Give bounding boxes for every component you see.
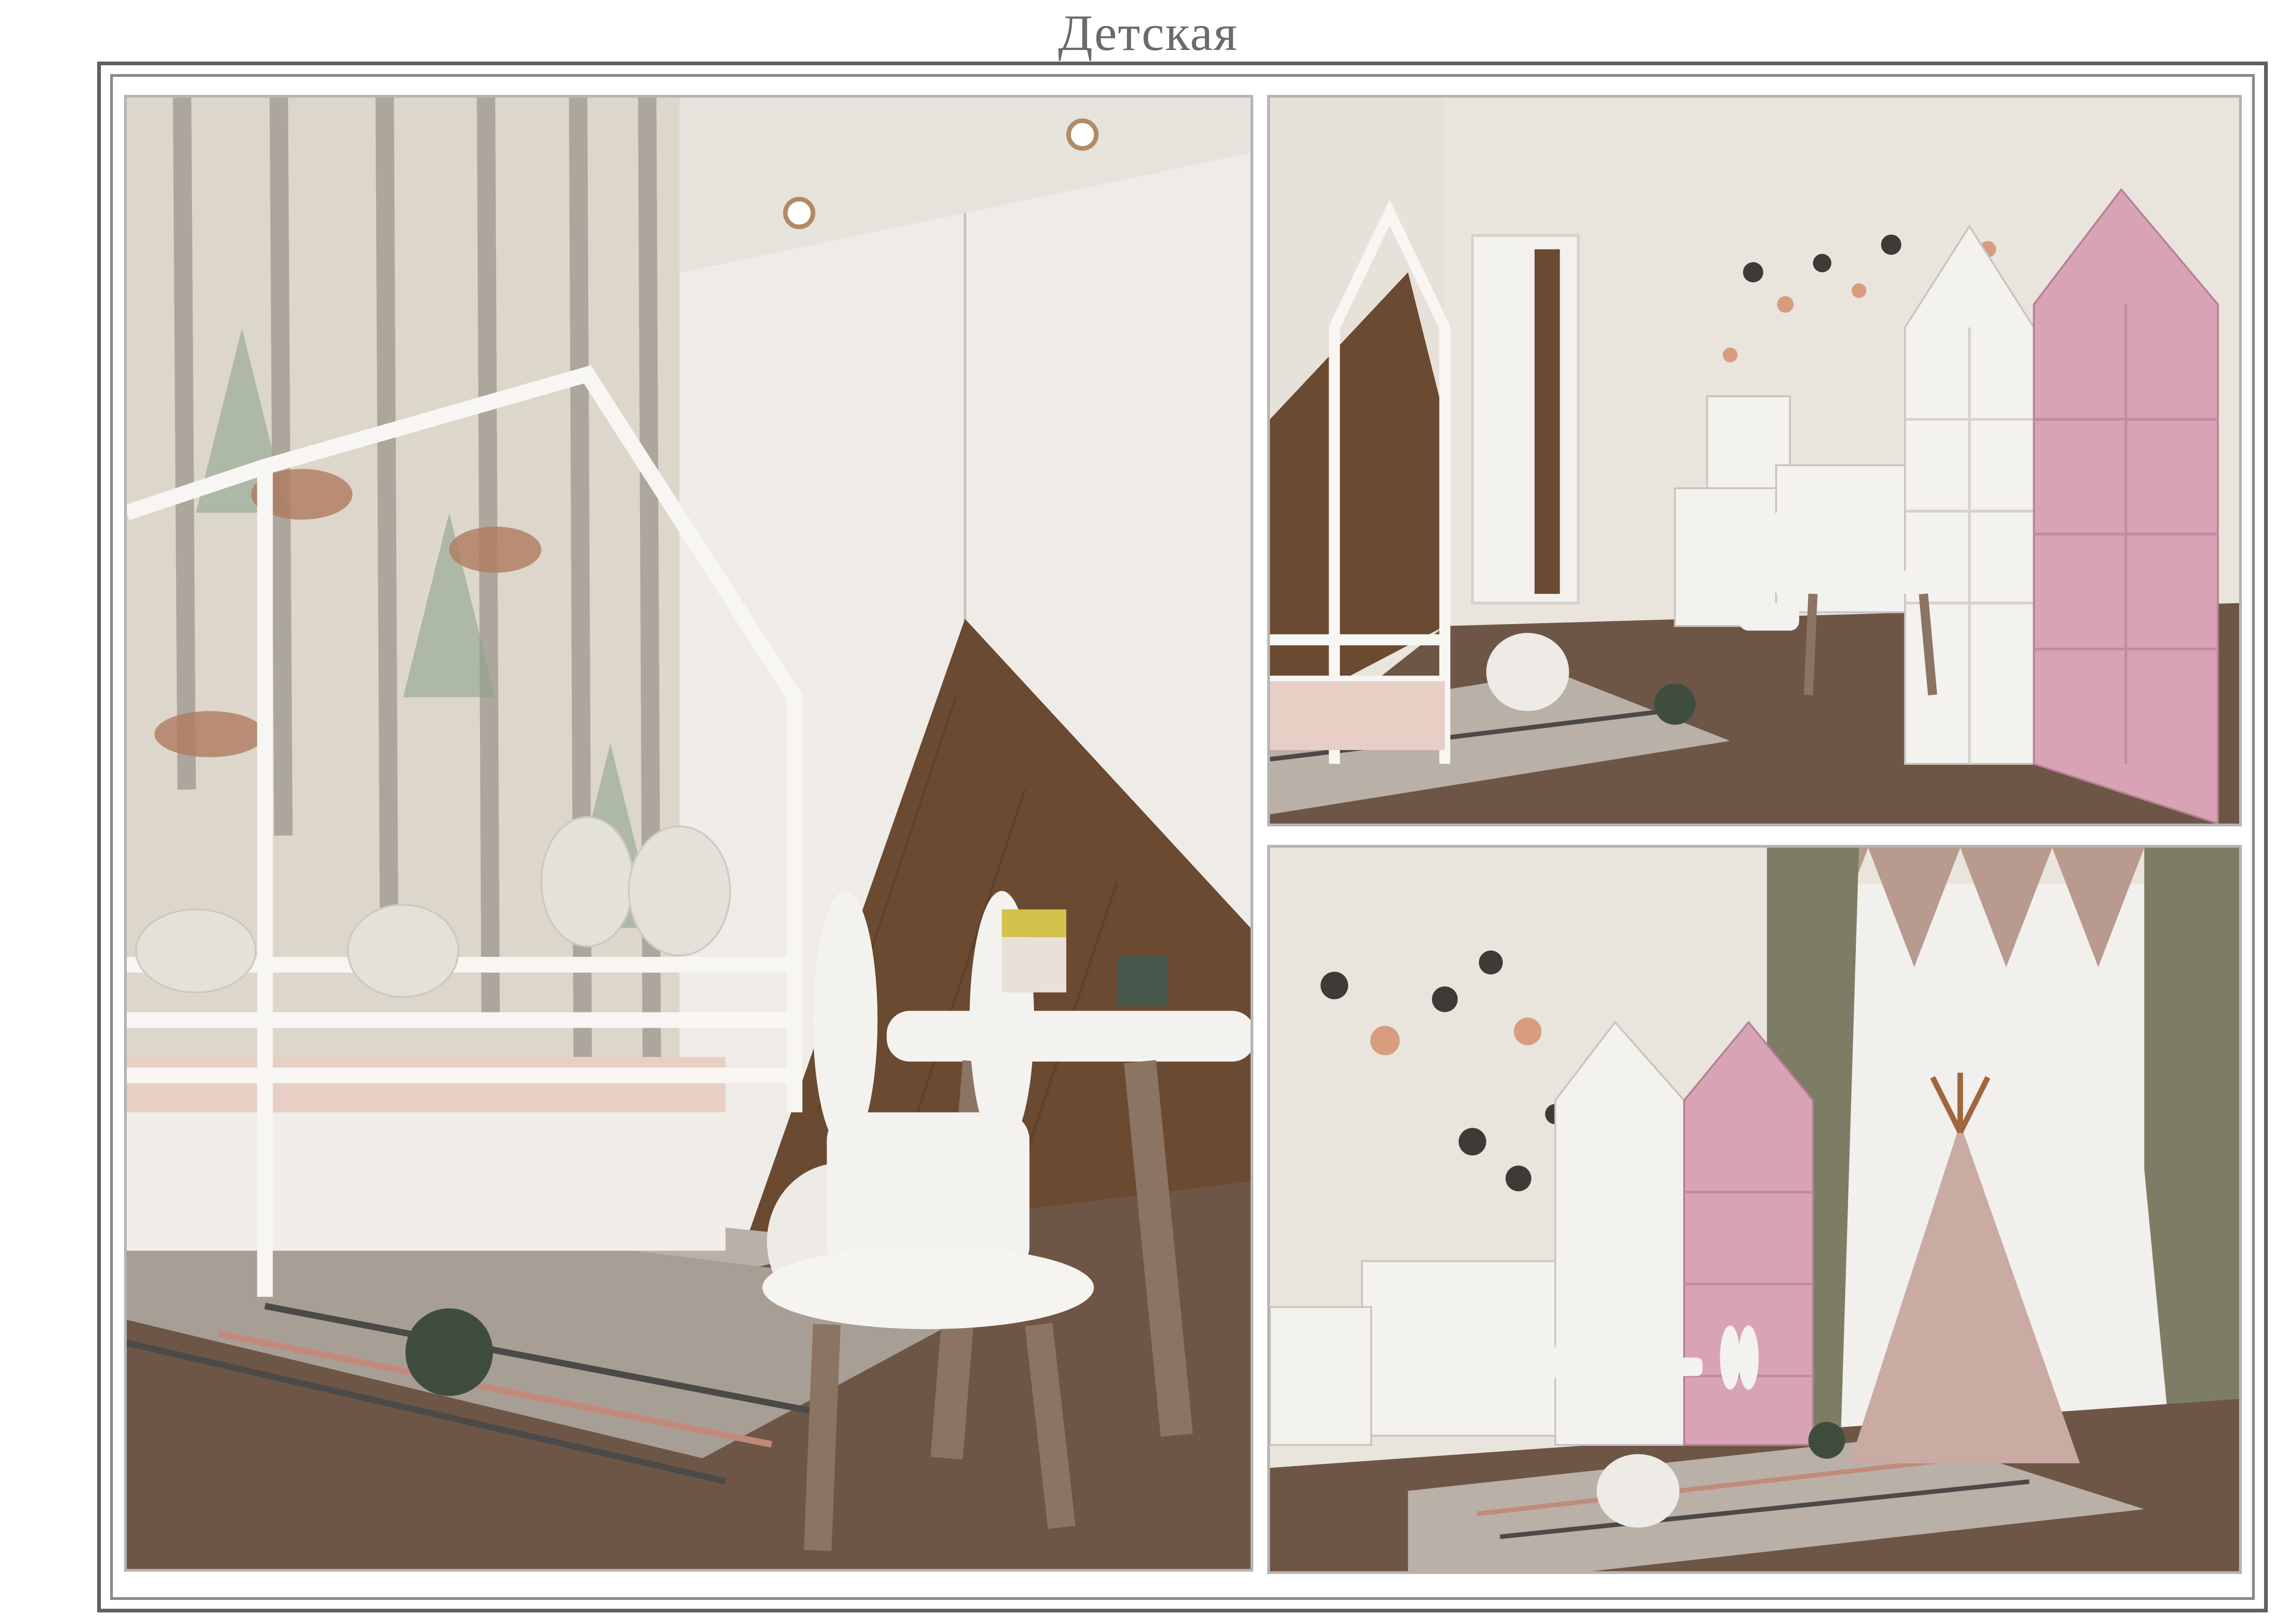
page-title: Детская: [1058, 5, 1238, 61]
render-window-view: [1267, 845, 2242, 1574]
render-main-view: [124, 95, 1253, 1572]
main-view-illustration: [127, 98, 1251, 1569]
shelves-view-illustration: [1270, 98, 2239, 824]
window-view-illustration: [1270, 848, 2239, 1571]
render-shelves-view: [1267, 95, 2242, 826]
